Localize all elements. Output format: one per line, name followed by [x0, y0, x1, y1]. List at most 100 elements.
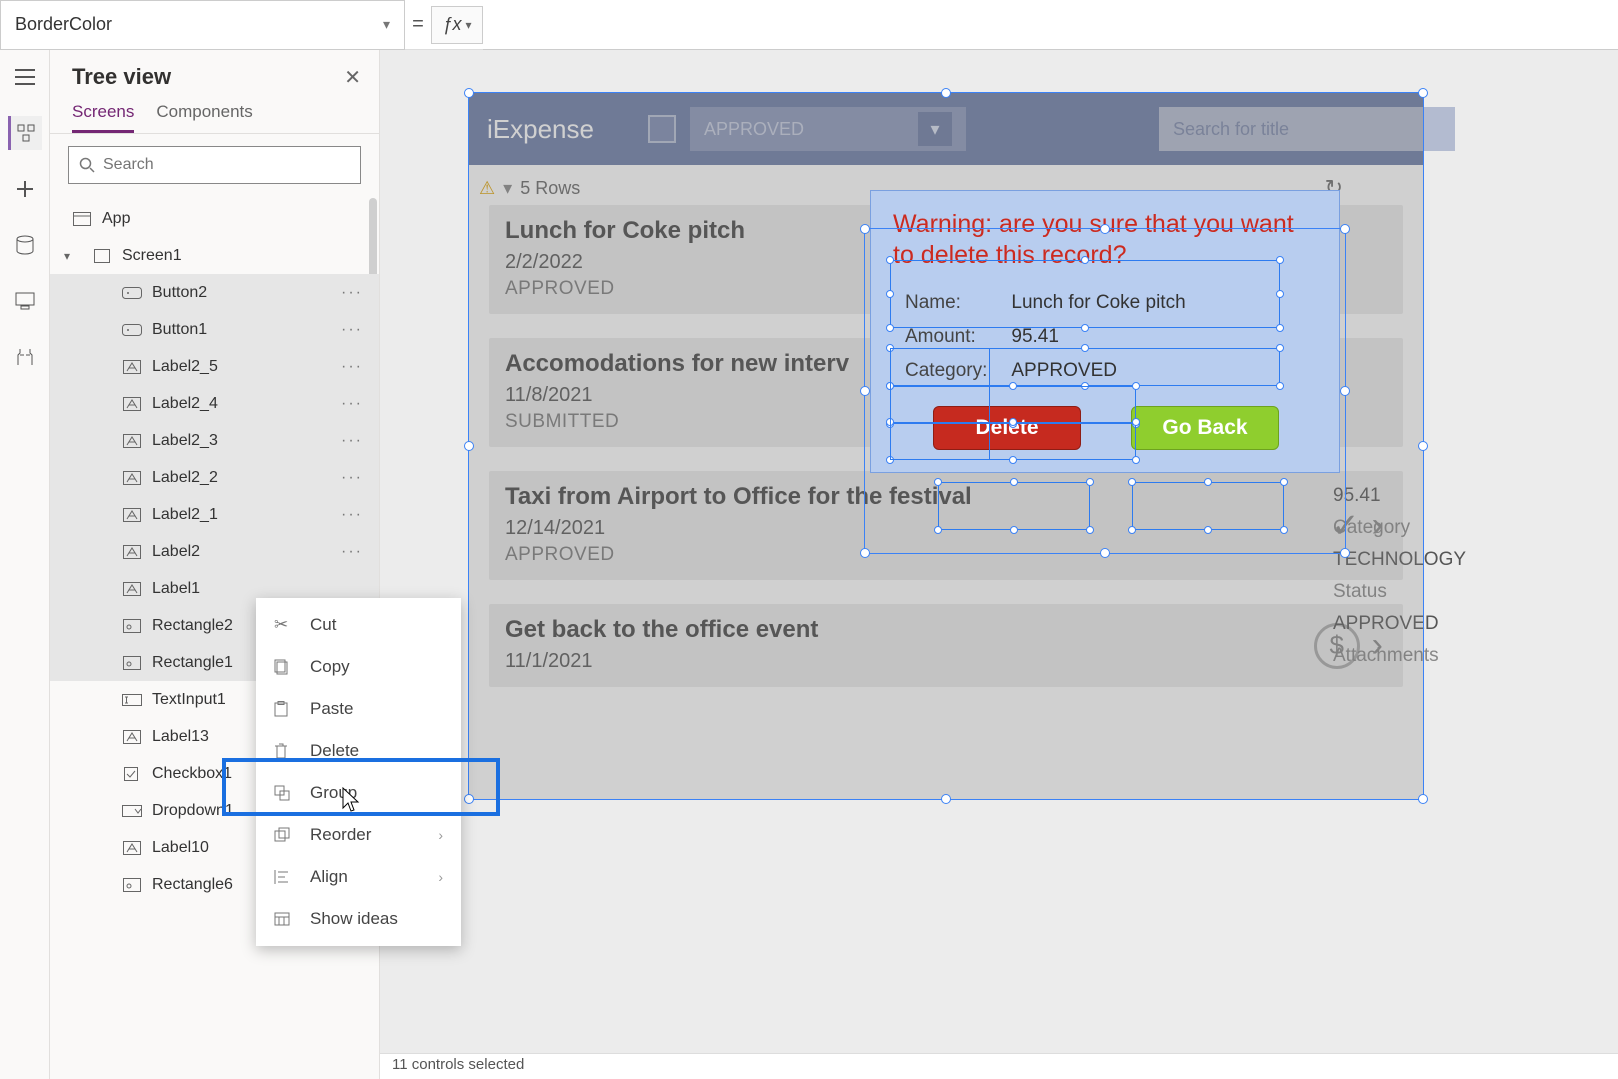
selection-delete-btn: [938, 482, 1090, 530]
tree-item-label: Label2_3: [152, 432, 218, 450]
checkbox-icon: [120, 767, 144, 781]
formula-bar: BorderColor ▾ = ƒx ▾: [0, 0, 1618, 50]
plus-icon[interactable]: [8, 172, 42, 206]
tree-item[interactable]: Label2_1 ···: [50, 496, 379, 533]
more-icon[interactable]: ···: [341, 543, 363, 561]
label-icon: [120, 360, 144, 374]
menu-paste[interactable]: Paste: [256, 688, 461, 730]
selection-goback-btn: [1132, 482, 1284, 530]
more-icon[interactable]: ···: [341, 469, 363, 487]
tree-item-label: Label2: [152, 543, 200, 561]
paste-icon: [274, 701, 300, 717]
tree-item-label: Label2_1: [152, 506, 218, 524]
tree-item-label: Rectangle1: [152, 654, 233, 672]
tree-item-label: Label10: [152, 839, 209, 857]
left-rail: [0, 50, 50, 1079]
tree-item[interactable]: Label2_3 ···: [50, 422, 379, 459]
menu-delete[interactable]: Delete: [256, 730, 461, 772]
button-icon: [120, 324, 144, 336]
rectangle-icon: [120, 878, 144, 892]
tree-item-screen1[interactable]: ▾ Screen1: [50, 237, 379, 274]
tree-item[interactable]: Button2 ···: [50, 274, 379, 311]
tab-components[interactable]: Components: [156, 102, 252, 133]
label-icon: [120, 730, 144, 744]
tree-item-label: Label2_4: [152, 395, 218, 413]
label-icon: [120, 434, 144, 448]
menu-copy[interactable]: Copy: [256, 646, 461, 688]
ideas-icon: [274, 912, 300, 926]
formula-input[interactable]: [483, 0, 1618, 50]
chevron-down-icon[interactable]: ▾: [64, 249, 70, 263]
tree-view-icon[interactable]: [8, 116, 42, 150]
menu-cut[interactable]: ✂Cut: [256, 604, 461, 646]
menu-align[interactable]: Align›: [256, 856, 461, 898]
label-icon: [120, 471, 144, 485]
tree-search[interactable]: [68, 146, 361, 184]
more-icon[interactable]: ···: [341, 432, 363, 450]
tree-item-label: Button2: [152, 284, 207, 302]
tree-item-app[interactable]: App: [50, 200, 379, 237]
tree-item-label: App: [102, 210, 130, 228]
align-icon: [274, 869, 300, 885]
menu-show-ideas[interactable]: Show ideas: [256, 898, 461, 940]
tree-item-label: Rectangle2: [152, 617, 233, 635]
trash-icon: [274, 743, 300, 759]
property-dropdown-value: BorderColor: [15, 14, 112, 35]
equals-label: =: [405, 13, 431, 36]
property-dropdown[interactable]: BorderColor ▾: [0, 0, 405, 50]
search-icon: [79, 157, 95, 173]
tree-search-input[interactable]: [103, 156, 350, 174]
tree-view-title: Tree view: [72, 64, 171, 90]
label-icon: [120, 545, 144, 559]
textinput-icon: [120, 694, 144, 706]
fx-label: ƒx: [442, 14, 461, 35]
chevron-right-icon: ›: [438, 827, 443, 843]
chevron-down-icon: ▾: [383, 16, 390, 33]
canvas: iExpense APPROVED ▾ Search for title ⚠ ▾…: [380, 50, 1618, 1079]
status-text: 11 controls selected: [392, 1056, 524, 1073]
button-icon: [120, 287, 144, 299]
tree-item-label: Screen1: [122, 247, 182, 265]
tree-item-label: Dropdown1: [152, 802, 234, 820]
tree-item-label: Checkbox1: [152, 765, 232, 783]
data-icon[interactable]: [8, 228, 42, 262]
tree-item[interactable]: Label2 ···: [50, 533, 379, 570]
context-menu: ✂Cut Copy Paste Delete Group Reorder› Al…: [256, 598, 461, 946]
tree-item[interactable]: Label2_4 ···: [50, 385, 379, 422]
tools-icon[interactable]: [8, 340, 42, 374]
menu-reorder[interactable]: Reorder›: [256, 814, 461, 856]
cursor-icon: [340, 786, 362, 814]
rectangle-icon: [120, 656, 144, 670]
selection-warning-label: [890, 260, 1280, 328]
tree-item-label: Label1: [152, 580, 200, 598]
tree-item[interactable]: Button1···: [50, 311, 379, 348]
chevron-right-icon: ›: [438, 869, 443, 885]
cut-icon: ✂: [274, 615, 300, 635]
tree-item-label: Label2_2: [152, 469, 218, 487]
tab-screens[interactable]: Screens: [72, 102, 134, 133]
more-icon[interactable]: ···: [341, 321, 363, 339]
chevron-down-icon: ▾: [465, 18, 471, 32]
tree-item[interactable]: Label2_2 ···: [50, 459, 379, 496]
hamburger-icon[interactable]: [8, 60, 42, 94]
more-icon[interactable]: ···: [341, 395, 363, 413]
more-icon[interactable]: ···: [341, 358, 363, 376]
fx-button[interactable]: ƒx ▾: [431, 6, 483, 44]
close-icon[interactable]: ✕: [344, 65, 361, 90]
tree-item-label: Label13: [152, 728, 209, 746]
label-icon: [120, 397, 144, 411]
tree-item-label: TextInput1: [152, 691, 226, 709]
label-icon: [120, 508, 144, 522]
tree-item-label: Label2_5: [152, 358, 218, 376]
media-icon[interactable]: [8, 284, 42, 318]
copy-icon: [274, 659, 300, 675]
label-icon: [120, 841, 144, 855]
more-icon[interactable]: ···: [341, 506, 363, 524]
label-icon: [120, 582, 144, 596]
status-bar: 11 controls selected: [380, 1053, 1618, 1079]
dropdown-icon: [120, 805, 144, 817]
tree-item-label: Rectangle6: [152, 876, 233, 894]
tree-item[interactable]: Label2_5 ···: [50, 348, 379, 385]
group-icon: [274, 785, 300, 801]
more-icon[interactable]: ···: [341, 284, 363, 302]
